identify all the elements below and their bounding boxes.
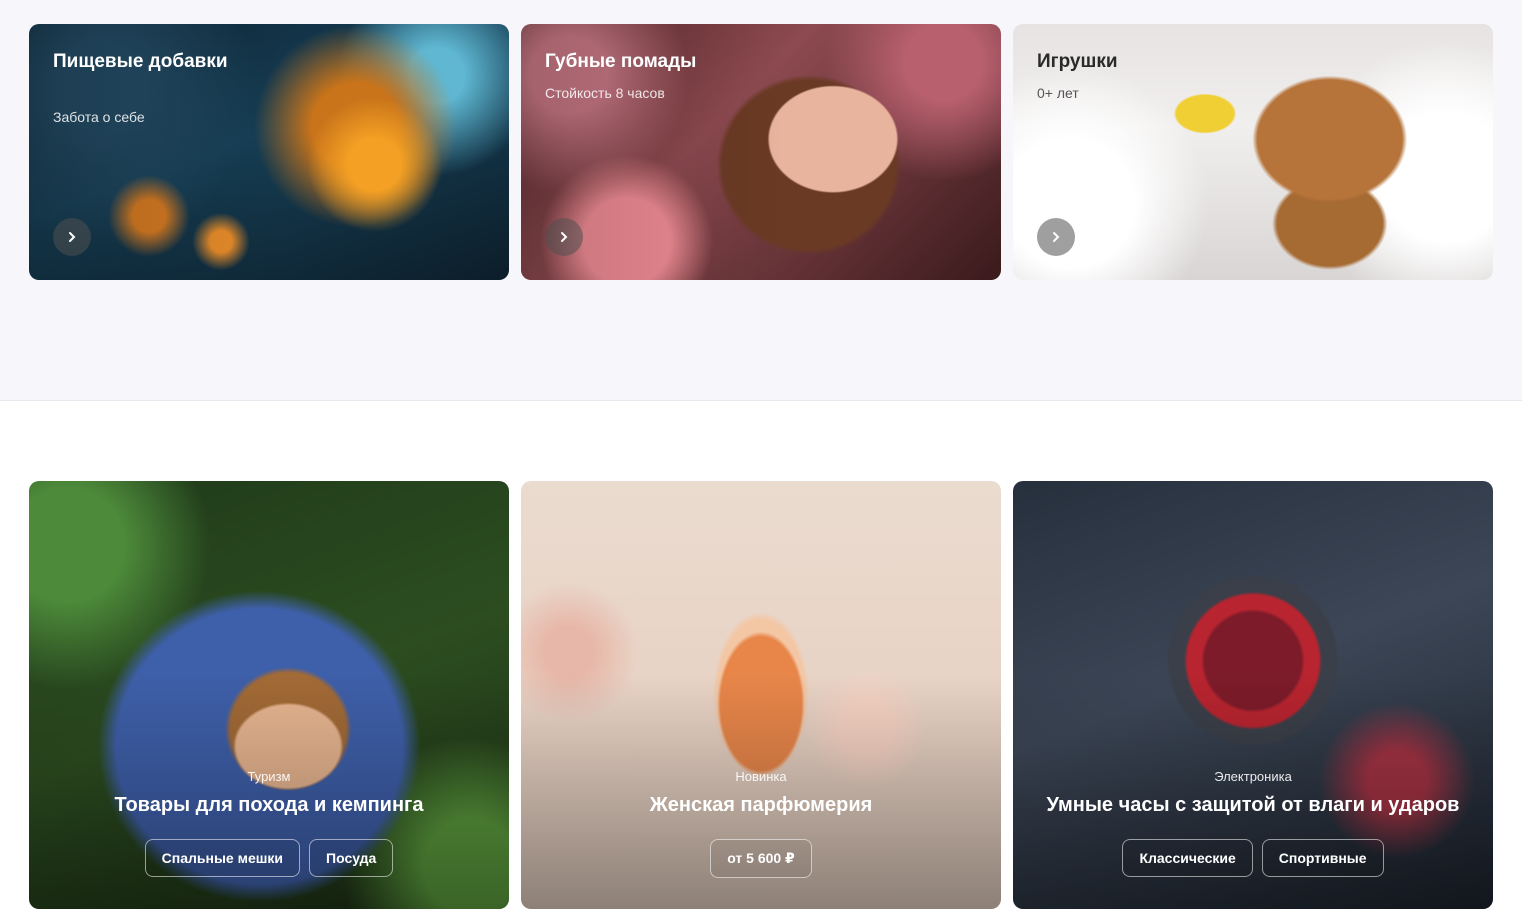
chevron-right-icon[interactable] <box>1037 218 1075 256</box>
chevron-right-icon[interactable] <box>53 218 91 256</box>
featured-tags: Спальные мешки Посуда <box>29 839 509 877</box>
featured-content: Новинка Женская парфюмерия от 5 600 ₽ <box>521 769 1001 878</box>
category-title: Пищевые добавки <box>53 51 228 72</box>
featured-tags: от 5 600 ₽ <box>521 839 1001 878</box>
featured-content: Электроника Умные часы с защитой от влаг… <box>1013 769 1493 877</box>
price-tag[interactable]: от 5 600 ₽ <box>710 839 812 878</box>
featured-eyebrow: Новинка <box>735 769 787 784</box>
category-subtitle: 0+ лет <box>1037 85 1079 101</box>
tag-button[interactable]: Посуда <box>309 839 394 877</box>
featured-title: Женская парфюмерия <box>649 794 873 816</box>
category-subtitle: Стойкость 8 часов <box>545 85 665 101</box>
category-subtitle: Забота о себе <box>53 109 145 125</box>
tag-button[interactable]: Спальные мешки <box>144 839 301 877</box>
featured-content: Туризм Товары для похода и кемпинга Спал… <box>29 769 509 877</box>
featured-title: Умные часы с защитой от влаги и ударов <box>1046 794 1460 816</box>
featured-card-smartwatch[interactable]: Электроника Умные часы с защитой от влаг… <box>1013 481 1493 909</box>
featured-card-camping[interactable]: Туризм Товары для похода и кемпинга Спал… <box>29 481 509 909</box>
tag-button[interactable]: Классические <box>1122 839 1253 877</box>
featured-title: Товары для похода и кемпинга <box>114 794 424 816</box>
featured-eyebrow: Туризм <box>247 769 291 784</box>
chevron-right-icon[interactable] <box>545 218 583 256</box>
tag-button[interactable]: Спортивные <box>1261 839 1384 877</box>
featured-tags: Классические Спортивные <box>1013 839 1493 877</box>
featured-card-perfume[interactable]: Новинка Женская парфюмерия от 5 600 ₽ <box>521 481 1001 909</box>
category-card-lipstick[interactable]: Губные помады Стойкость 8 часов <box>521 24 1001 280</box>
featured-eyebrow: Электроника <box>1214 769 1292 784</box>
category-card-supplements[interactable]: Пищевые добавки Забота о себе <box>29 24 509 280</box>
category-card-toys[interactable]: Игрушки 0+ лет <box>1013 24 1493 280</box>
category-title: Игрушки <box>1037 51 1118 72</box>
category-title: Губные помады <box>545 51 697 72</box>
